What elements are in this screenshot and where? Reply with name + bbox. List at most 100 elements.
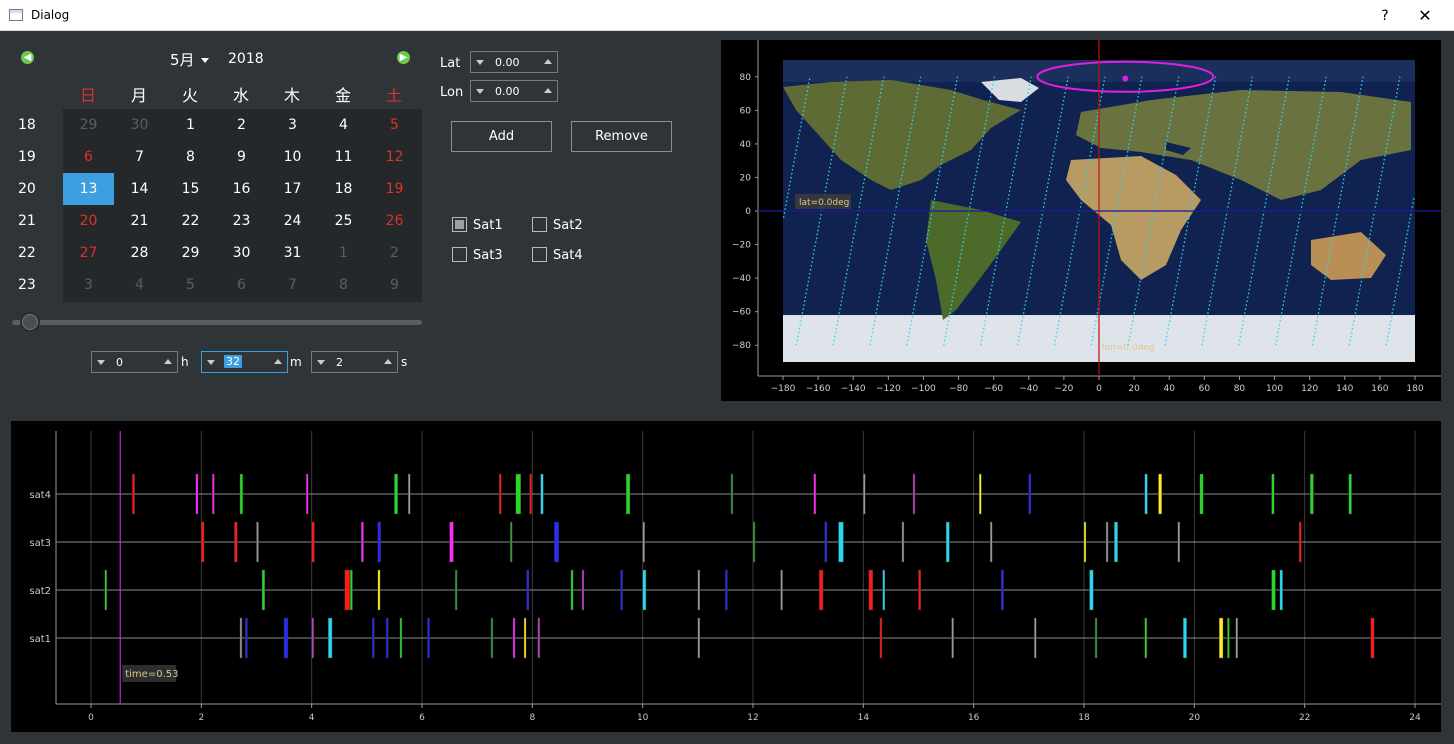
calendar-day[interactable]: 24 (267, 205, 318, 237)
increment-icon[interactable] (274, 359, 282, 364)
calendar-day[interactable]: 29 (63, 109, 114, 141)
calendar-day[interactable]: 12 (369, 141, 420, 173)
calendar-day[interactable]: 7 (267, 269, 318, 301)
calendar-day[interactable]: 2 (369, 237, 420, 269)
calendar-day[interactable]: 29 (165, 237, 216, 269)
decrement-icon[interactable] (476, 60, 484, 65)
map-y-tick-label: −40 (732, 274, 751, 284)
calendar-day[interactable]: 11 (318, 141, 369, 173)
satellite-pass-bar (1034, 617, 1037, 659)
map-x-tick-label: 180 (1406, 384, 1423, 394)
satellite-pass-bar (239, 473, 243, 515)
sat4-checkbox[interactable] (532, 247, 547, 262)
calendar-day[interactable]: 17 (267, 173, 318, 205)
calendar-day[interactable]: 5 (369, 109, 420, 141)
lat-spinbox[interactable]: 0.00 (470, 51, 558, 73)
help-button[interactable]: ? (1370, 4, 1400, 28)
calendar-day[interactable]: 31 (267, 237, 318, 269)
second-spinbox[interactable]: 2 (311, 351, 398, 373)
calendar-day[interactable]: 3 (267, 109, 318, 141)
satellite-pass-bar (394, 473, 398, 515)
calendar-day[interactable]: 14 (114, 173, 165, 205)
increment-icon[interactable] (164, 359, 172, 364)
chevron-down-icon[interactable] (201, 58, 209, 63)
sat1-checkbox[interactable] (452, 217, 467, 232)
satellite-pass-bar (863, 473, 866, 515)
add-button[interactable]: Add (451, 121, 552, 152)
increment-icon[interactable] (544, 59, 552, 64)
map-canvas[interactable]: lat=0.0deg lon=0.0deg 80 60 40 20 0 −20 −40 −60 −8… (721, 40, 1441, 401)
calendar-day[interactable]: 1 (165, 109, 216, 141)
decrement-icon[interactable] (476, 89, 484, 94)
sat3-checkbox[interactable] (452, 247, 467, 262)
lat-value[interactable]: 0.00 (495, 56, 520, 69)
satellite-pass-bar (510, 521, 513, 563)
minute-spinbox[interactable]: 32 (201, 351, 288, 373)
second-value[interactable]: 2 (336, 356, 343, 369)
calendar-day[interactable]: 4 (318, 109, 369, 141)
calendar-day[interactable]: 21 (114, 205, 165, 237)
calendar-day[interactable]: 20 (63, 205, 114, 237)
calendar-day[interactable]: 30 (216, 237, 267, 269)
calendar-day[interactable]: 19 (369, 173, 420, 205)
satellite-pass-bar (912, 473, 916, 515)
calendar-day[interactable]: 9 (216, 141, 267, 173)
increment-icon[interactable] (544, 88, 552, 93)
calendar-day[interactable]: 4 (114, 269, 165, 301)
hour-value[interactable]: 0 (116, 356, 123, 369)
calendar-day[interactable]: 30 (114, 109, 165, 141)
calendar-day[interactable]: 8 (165, 141, 216, 173)
increment-icon[interactable] (384, 359, 392, 364)
hour-spinbox[interactable]: 0 (91, 351, 178, 373)
calendar-day[interactable]: 18 (318, 173, 369, 205)
calendar-day[interactable]: 3 (63, 269, 114, 301)
time-slider-handle[interactable] (20, 312, 40, 332)
next-month-icon[interactable]: ▶ (397, 51, 410, 64)
satellite-pass-bar (1271, 569, 1276, 611)
calendar-day[interactable]: 5 (165, 269, 216, 301)
calendar-day[interactable]: 26 (369, 205, 420, 237)
decrement-icon[interactable] (97, 360, 105, 365)
calendar-day[interactable]: 23 (216, 205, 267, 237)
world-map-plot[interactable]: lat=0.0deg lon=0.0deg 80 60 40 20 0 −20 −40 −60 −8… (721, 40, 1441, 401)
decrement-icon[interactable] (207, 360, 215, 365)
calendar-day[interactable]: 25 (318, 205, 369, 237)
sat3-label[interactable]: Sat3 (473, 248, 503, 263)
calendar-day[interactable]: 2 (216, 109, 267, 141)
lon-spinbox[interactable]: 0.00 (470, 80, 558, 102)
satellite-pass-bar (1370, 617, 1375, 659)
sat2-label[interactable]: Sat2 (553, 218, 583, 233)
calendar-day[interactable]: 15 (165, 173, 216, 205)
remove-button[interactable]: Remove (571, 121, 672, 152)
lon-value[interactable]: 0.00 (495, 85, 520, 98)
prev-month-icon[interactable]: ◀ (21, 51, 34, 64)
month-selector[interactable]: 5月 (170, 49, 195, 70)
time-slider-track[interactable] (12, 320, 422, 325)
decrement-icon[interactable] (317, 360, 325, 365)
visibility-timeline-plot[interactable]: 0 2 4 6 8 10 12 14 16 18 20 22 24 sat4 sat3 sat2 sat1 tim… (11, 421, 1441, 732)
sat4-label[interactable]: Sat4 (553, 248, 583, 263)
calendar-day[interactable]: 9 (369, 269, 420, 301)
sat1-label[interactable]: Sat1 (473, 218, 503, 233)
timeline-canvas[interactable]: 0 2 4 6 8 10 12 14 16 18 20 22 24sat4sat3sat2sat1tim… (11, 421, 1441, 732)
calendar-day[interactable]: 1 (318, 237, 369, 269)
calendar-day[interactable]: 22 (165, 205, 216, 237)
calendar-day[interactable]: 7 (114, 141, 165, 173)
calendar-day[interactable]: 16 (216, 173, 267, 205)
satellite-pass-bar (377, 521, 381, 563)
calendar-day[interactable]: 27 (63, 237, 114, 269)
satellite-pass-bar (529, 473, 532, 515)
satellite-pass-bar (1271, 473, 1275, 515)
map-y-tick-label: 20 (740, 173, 752, 183)
calendar-day[interactable]: 8 (318, 269, 369, 301)
calendar-day[interactable]: 10 (267, 141, 318, 173)
calendar-day[interactable]: 6 (63, 141, 114, 173)
calendar-day[interactable]: 13 (63, 173, 114, 205)
close-button[interactable]: ✕ (1410, 4, 1440, 28)
sat2-checkbox[interactable] (532, 217, 547, 232)
calendar-day[interactable]: 6 (216, 269, 267, 301)
minute-value[interactable]: 32 (224, 355, 242, 368)
lon-label: Lon (440, 85, 464, 100)
year-selector[interactable]: 2018 (228, 51, 264, 67)
calendar-day[interactable]: 28 (114, 237, 165, 269)
